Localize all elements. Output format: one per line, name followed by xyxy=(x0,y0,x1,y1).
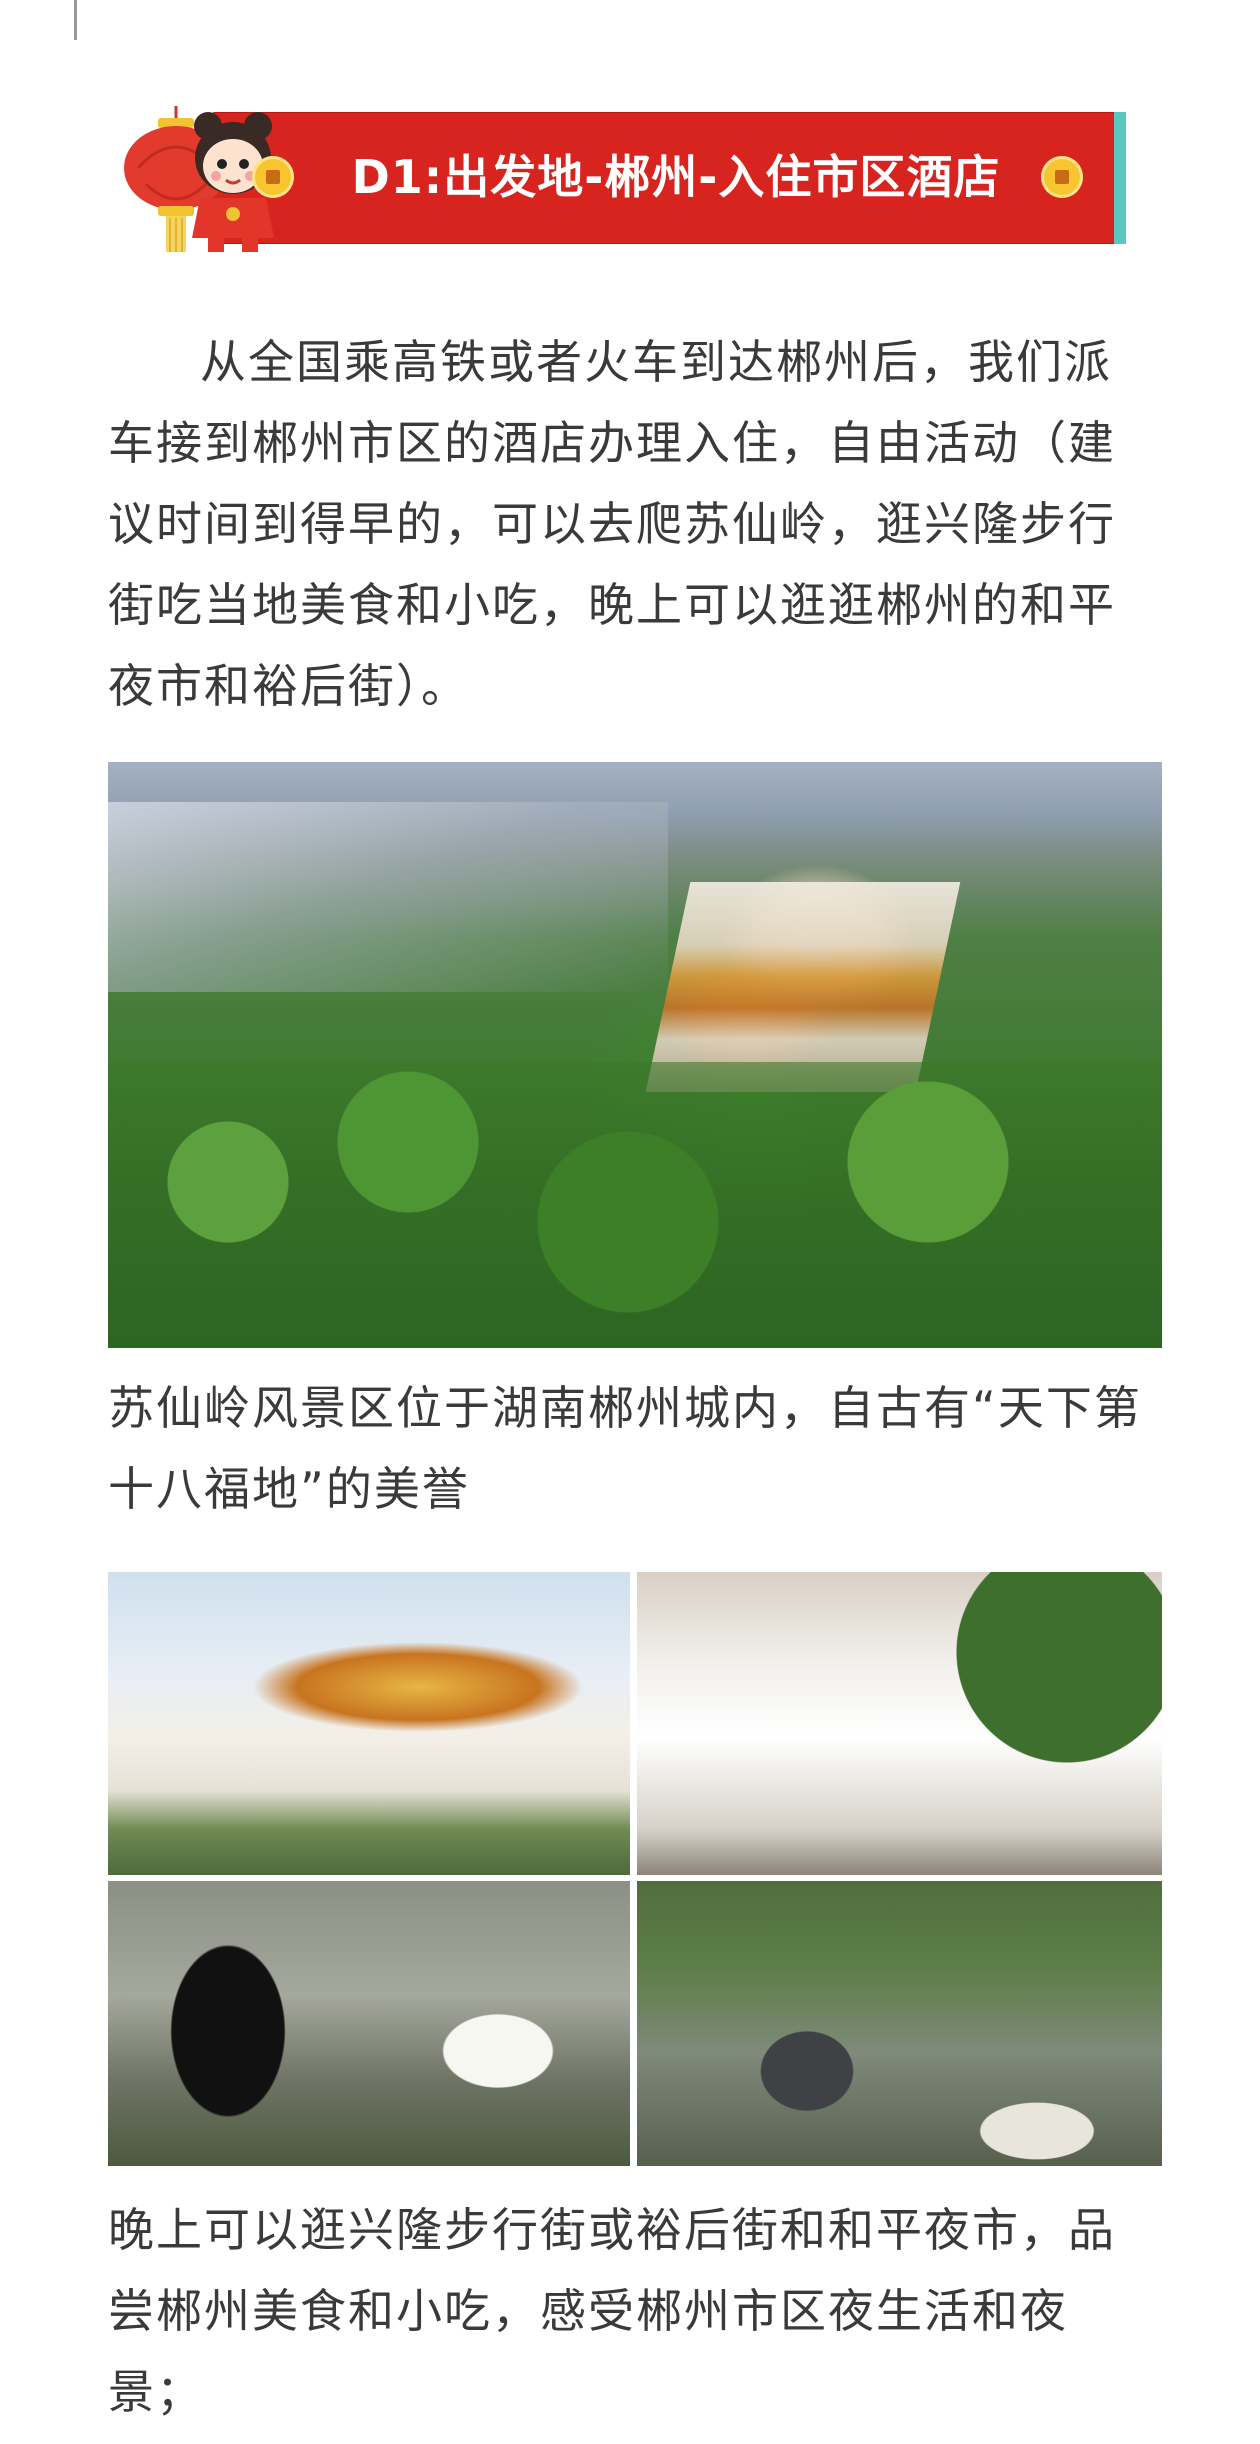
day-header-banner: D1:出发地-郴州-入住市区酒店 xyxy=(116,106,1130,252)
day-title: D1:出发地-郴州-入住市区酒店 xyxy=(351,150,1001,204)
photo-temple-gate xyxy=(108,1572,630,1875)
intro-paragraph: 从全国乘高铁或者火车到达郴州后，我们派车接到郴州市区的酒店办理入住，自由活动（建… xyxy=(108,335,1116,713)
photo-archway xyxy=(637,1572,1162,1875)
coin-icon xyxy=(1041,156,1083,198)
photo-caption: 苏仙岭风景区位于湖南郴州城内，自古有“天下第十八福地”的美誉 xyxy=(108,1381,1142,1516)
photo-mountain-temple xyxy=(108,762,1162,1348)
photo-forest xyxy=(108,1062,1162,1348)
photo-cave-deer xyxy=(108,1881,630,2166)
coin-icon xyxy=(252,156,294,198)
top-edge-line xyxy=(74,0,77,40)
night-activity-paragraph: 晚上可以逛兴隆步行街或裕后街和和平夜市，品尝郴州美食和小吃，感受郴州市区夜生活和… xyxy=(108,2203,1116,2419)
photo-grid xyxy=(108,1572,1162,2166)
photo-city-haze xyxy=(108,802,668,992)
photo-temple-block xyxy=(645,882,961,1092)
photo-statue xyxy=(637,1881,1162,2166)
banner-accent-tab xyxy=(1114,112,1126,244)
